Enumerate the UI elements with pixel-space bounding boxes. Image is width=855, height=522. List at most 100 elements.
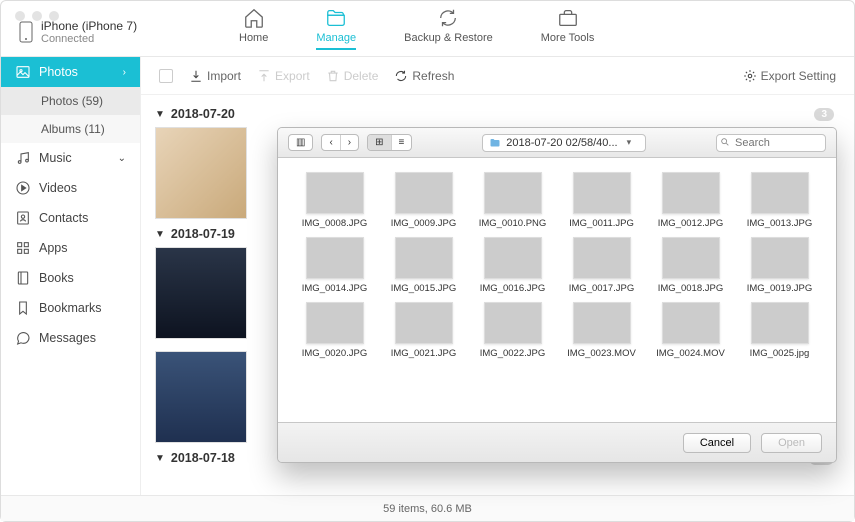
minimize-dot[interactable]	[32, 11, 42, 21]
contact-icon	[15, 210, 31, 226]
path-dropdown[interactable]: 2018-07-20 02/58/40...	[482, 134, 646, 152]
photo-thumbnail[interactable]	[155, 247, 247, 339]
sidebar-item-messages[interactable]: Messages	[1, 323, 140, 353]
file-name: IMG_0022.JPG	[480, 348, 545, 359]
file-thumbnail	[573, 237, 631, 279]
file-item[interactable]: IMG_0018.JPG	[648, 237, 733, 294]
sidebar-item-videos[interactable]: Videos	[1, 173, 140, 203]
nav-back-forward[interactable]: ‹ ›	[321, 134, 359, 151]
file-name: IMG_0010.PNG	[479, 218, 547, 229]
status-text: 59 items, 60.6 MB	[383, 503, 472, 515]
file-thumbnail	[306, 172, 364, 214]
file-name: IMG_0024.MOV	[656, 348, 725, 359]
file-item[interactable]: IMG_0022.JPG	[470, 302, 555, 359]
file-name: IMG_0020.JPG	[302, 348, 367, 359]
trash-icon	[326, 69, 340, 83]
file-thumbnail	[751, 172, 809, 214]
photo-thumbnail[interactable]	[155, 127, 247, 219]
file-name: IMG_0017.JPG	[569, 283, 634, 294]
file-item[interactable]: IMG_0011.JPG	[559, 172, 644, 229]
file-thumbnail	[662, 172, 720, 214]
file-item[interactable]: IMG_0024.MOV	[648, 302, 733, 359]
delete-button[interactable]: Delete	[326, 69, 379, 83]
file-thumbnail	[573, 302, 631, 344]
file-item[interactable]: IMG_0012.JPG	[648, 172, 733, 229]
forward-button[interactable]: ›	[341, 135, 358, 150]
file-item[interactable]: IMG_0010.PNG	[470, 172, 555, 229]
file-item[interactable]: IMG_0015.JPG	[381, 237, 466, 294]
open-button[interactable]: Open	[761, 433, 822, 453]
export-button[interactable]: Export	[257, 69, 310, 83]
file-item[interactable]: IMG_0021.JPG	[381, 302, 466, 359]
refresh-button[interactable]: Refresh	[394, 69, 454, 83]
sync-icon	[437, 7, 459, 29]
search-icon	[720, 137, 730, 147]
nav-tools[interactable]: More Tools	[541, 7, 595, 50]
toolbox-icon	[557, 7, 579, 29]
export-setting-button[interactable]: Export Setting	[743, 69, 836, 83]
import-button[interactable]: Import	[189, 69, 241, 83]
file-thumbnail	[395, 302, 453, 344]
file-name: IMG_0019.JPG	[747, 283, 812, 294]
file-item[interactable]: IMG_0025.jpg	[737, 302, 822, 359]
search-field[interactable]	[716, 134, 826, 152]
search-input[interactable]	[716, 134, 826, 152]
nav-backup-label: Backup & Restore	[404, 32, 493, 44]
file-item[interactable]: IMG_0017.JPG	[559, 237, 644, 294]
view-list-button[interactable]: ≡	[392, 135, 412, 150]
file-name: IMG_0011.JPG	[569, 218, 634, 229]
sidebar-item-bookmarks[interactable]: Bookmarks	[1, 293, 140, 323]
file-item[interactable]: IMG_0019.JPG	[737, 237, 822, 294]
sidebar-item-contacts[interactable]: Contacts	[1, 203, 140, 233]
file-name: IMG_0023.MOV	[567, 348, 636, 359]
nav-home[interactable]: Home	[239, 7, 268, 50]
file-thumbnail	[751, 302, 809, 344]
sidebar-toggle[interactable]: ▥	[288, 134, 313, 151]
back-button[interactable]: ‹	[322, 135, 340, 150]
file-thumbnail	[306, 237, 364, 279]
file-item[interactable]: IMG_0013.JPG	[737, 172, 822, 229]
status-bar: 59 items, 60.6 MB	[1, 495, 854, 521]
nav-tools-label: More Tools	[541, 32, 595, 44]
file-name: IMG_0012.JPG	[658, 218, 723, 229]
file-item[interactable]: IMG_0020.JPG	[292, 302, 377, 359]
file-name: IMG_0021.JPG	[391, 348, 456, 359]
sidebar-sub-photos[interactable]: Photos (59)	[1, 87, 140, 115]
nav-manage-label: Manage	[316, 32, 356, 44]
apps-icon	[15, 240, 31, 256]
cancel-button[interactable]: Cancel	[683, 433, 751, 453]
sidebar-sub-albums[interactable]: Albums (11)	[1, 115, 140, 143]
photo-thumbnail[interactable]	[155, 351, 247, 443]
file-item[interactable]: IMG_0008.JPG	[292, 172, 377, 229]
file-item[interactable]: IMG_0023.MOV	[559, 302, 644, 359]
sidebar-item-photos[interactable]: Photos ›	[1, 57, 140, 87]
toolbar: Import Export Delete Refresh Export Sett…	[141, 57, 854, 95]
message-icon	[15, 330, 31, 346]
file-name: IMG_0008.JPG	[302, 218, 367, 229]
file-item[interactable]: IMG_0016.JPG	[470, 237, 555, 294]
select-all-checkbox[interactable]	[159, 69, 173, 83]
view-mode-segment[interactable]: ⊞ ≡	[367, 134, 412, 151]
zoom-dot[interactable]	[49, 11, 59, 21]
file-name: IMG_0015.JPG	[391, 283, 456, 294]
view-icons-button[interactable]: ⊞	[368, 135, 391, 150]
sidebar-item-music[interactable]: Music ⌄	[1, 143, 140, 173]
export-icon	[257, 69, 271, 83]
sidebar-item-apps[interactable]: Apps	[1, 233, 140, 263]
count-badge: 3	[814, 108, 834, 121]
file-item[interactable]: IMG_0014.JPG	[292, 237, 377, 294]
date-header[interactable]: ▼ 2018-07-20 3	[155, 107, 834, 121]
file-thumbnail	[662, 302, 720, 344]
window-controls[interactable]	[15, 11, 59, 21]
file-item[interactable]: IMG_0009.JPG	[381, 172, 466, 229]
sidebar-item-books[interactable]: Books	[1, 263, 140, 293]
folder-icon	[325, 7, 347, 29]
sidebar-photos-label: Photos	[39, 65, 78, 79]
file-name: IMG_0014.JPG	[302, 283, 367, 294]
sidebar: Photos › Photos (59) Albums (11) Music ⌄…	[1, 57, 141, 495]
nav-backup[interactable]: Backup & Restore	[404, 7, 493, 50]
file-name: IMG_0025.jpg	[750, 348, 810, 359]
file-name: IMG_0013.JPG	[747, 218, 812, 229]
close-dot[interactable]	[15, 11, 25, 21]
nav-manage[interactable]: Manage	[316, 7, 356, 50]
